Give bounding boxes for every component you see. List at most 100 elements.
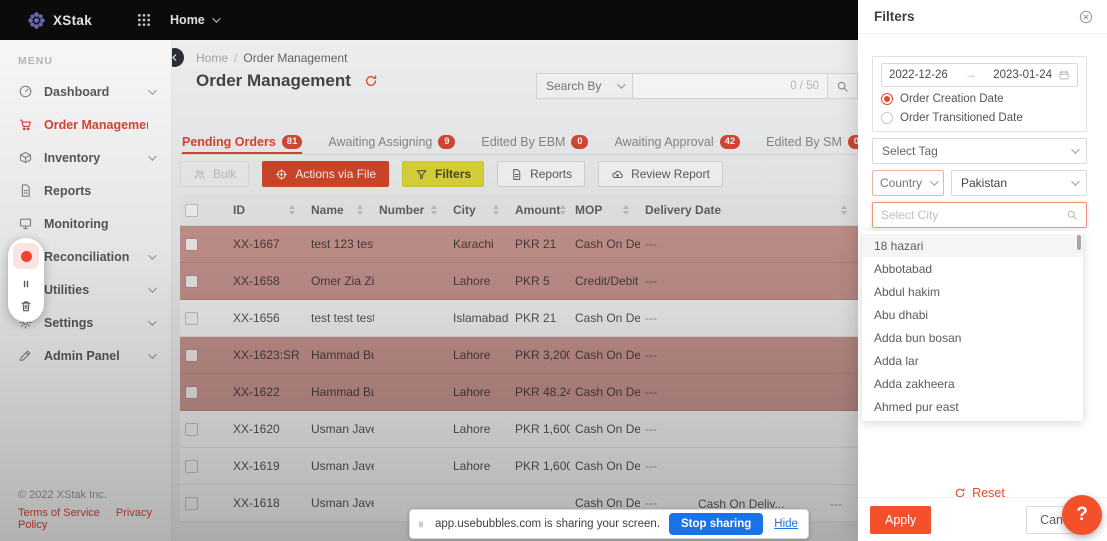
sort-control[interactable] xyxy=(841,205,847,215)
toolbar: Bulk Actions via File Filters Reports Re… xyxy=(180,161,723,187)
search-input[interactable] xyxy=(641,79,790,93)
city-dropdown-list: 18 hazari Abbotabad Abdul hakim Abu dhab… xyxy=(862,231,1083,421)
help-button[interactable]: ? xyxy=(1062,495,1102,535)
stop-sharing-button[interactable]: Stop sharing xyxy=(669,513,763,535)
row-checkbox[interactable] xyxy=(185,386,198,399)
column-header[interactable]: Amount xyxy=(510,195,570,225)
radio-option[interactable]: Order Transitioned Date xyxy=(881,110,1078,125)
column-header[interactable]: Number xyxy=(374,195,448,225)
search-button[interactable] xyxy=(828,73,858,99)
record-button[interactable] xyxy=(13,243,39,269)
radio-icon xyxy=(881,93,893,105)
refresh-icon[interactable] xyxy=(364,74,378,88)
app-grid-icon[interactable] xyxy=(136,12,152,28)
sort-control[interactable] xyxy=(623,205,629,215)
sort-control[interactable] xyxy=(357,205,363,215)
scrollbar-thumb[interactable] xyxy=(1077,235,1081,250)
file-icon xyxy=(510,168,523,181)
table-row[interactable]: XX-1658 Omer Zia Zia Lahore PKR 5 Credit… xyxy=(180,262,858,299)
table-row[interactable]: XX-1656 test test test Islamabad PKR 21 … xyxy=(180,299,858,336)
sidebar-item[interactable]: Inventory xyxy=(0,141,171,174)
sort-control[interactable] xyxy=(431,205,437,215)
row-checkbox[interactable] xyxy=(185,460,198,473)
status-tab[interactable]: Edited By EBM 0 xyxy=(481,129,588,154)
sidebar-item[interactable]: Admin Panel xyxy=(0,339,171,372)
column-header[interactable]: City xyxy=(448,195,510,225)
city-option[interactable]: Adda lar xyxy=(862,349,1083,372)
status-tab[interactable]: Awaiting Approval 42 xyxy=(614,129,740,154)
sidebar-item[interactable]: Monitoring xyxy=(0,207,171,240)
review-report-button[interactable]: Review Report xyxy=(598,161,723,187)
chevron-down-icon xyxy=(148,317,156,325)
sidebar-item[interactable]: Dashboard xyxy=(0,75,171,108)
hide-share-bar-link[interactable]: Hide xyxy=(774,518,798,530)
home-nav-dropdown[interactable]: Home xyxy=(170,13,218,27)
city-option[interactable]: 18 hazari xyxy=(862,234,1083,257)
date-from[interactable]: 2022-12-26 xyxy=(889,69,948,81)
city-search-input[interactable] xyxy=(881,208,1066,222)
column-header[interactable]: MOP xyxy=(570,195,640,225)
select-tag-dropdown[interactable]: Select Tag xyxy=(872,138,1087,164)
status-tab[interactable]: Pending Orders 81 xyxy=(182,129,302,154)
table-row[interactable]: XX-1620 Usman Javed Lahore PKR 1,600 Cas… xyxy=(180,410,858,447)
sort-control[interactable] xyxy=(289,205,295,215)
table-row[interactable]: XX-1667 test 123 test Karachi PKR 21 Cas… xyxy=(180,225,858,262)
city-option[interactable]: Ahmed pur east xyxy=(862,395,1083,418)
column-header[interactable]: Delivery Date xyxy=(640,195,858,225)
city-option[interactable]: Abbotabad xyxy=(862,257,1083,280)
reports-button[interactable]: Reports xyxy=(497,161,585,187)
row-checkbox[interactable] xyxy=(185,312,198,325)
row-checkbox[interactable] xyxy=(185,275,198,288)
sort-desc-icon xyxy=(623,211,629,215)
table-row[interactable]: XX-1622 Hammad Butt... Lahore PKR 48.24 … xyxy=(180,373,858,410)
search-counter: 0 / 50 xyxy=(790,80,819,92)
row-checkbox[interactable] xyxy=(185,349,198,362)
city-option[interactable]: Abu dhabi xyxy=(862,303,1083,326)
sort-desc-icon xyxy=(431,211,437,215)
cell-name: Hammad Butt... xyxy=(306,336,374,373)
bulk-button[interactable]: Bulk xyxy=(180,161,249,187)
apply-button[interactable]: Apply xyxy=(870,506,931,534)
sort-control[interactable] xyxy=(493,205,499,215)
date-range-picker[interactable]: 2022-12-26 → 2023-01-24 xyxy=(881,63,1078,87)
date-to[interactable]: 2023-01-24 xyxy=(993,69,1052,81)
filters-button[interactable]: Filters xyxy=(402,161,484,187)
funnel-icon xyxy=(415,168,428,181)
cell-number xyxy=(374,262,448,299)
trash-icon[interactable] xyxy=(19,299,33,313)
row-checkbox[interactable] xyxy=(185,238,198,251)
drag-handle-icon[interactable] xyxy=(416,518,426,531)
cell-mop: Cash On Deliv... xyxy=(570,373,640,410)
table-row[interactable]: XX-1619 Usman Javed Lahore PKR 1,600 Cas… xyxy=(180,447,858,484)
sort-control[interactable] xyxy=(560,205,566,215)
breadcrumb-home[interactable]: Home xyxy=(196,51,228,65)
terms-of-service-link[interactable]: Terms of Service xyxy=(18,507,100,519)
country-type-select[interactable]: Country xyxy=(872,170,944,196)
status-tab[interactable]: Awaiting Assigning 9 xyxy=(328,129,455,154)
row-checkbox[interactable] xyxy=(185,497,198,510)
sidebar-item[interactable]: Reports xyxy=(0,174,171,207)
search-by-select[interactable]: Search By xyxy=(536,73,632,99)
table-row[interactable]: XX-1623:SR Hammad Butt... Lahore PKR 3,2… xyxy=(180,336,858,373)
tab-count-badge: 0 xyxy=(848,135,858,149)
city-option[interactable]: Adda bun bosan xyxy=(862,326,1083,349)
column-header[interactable]: Name xyxy=(306,195,374,225)
radio-option[interactable]: Order Creation Date xyxy=(881,91,1078,106)
sidebar-collapse-button[interactable] xyxy=(172,48,184,67)
table-body: XX-1667 test 123 test Karachi PKR 21 Cas… xyxy=(180,225,858,521)
city-option[interactable]: Abdul hakim xyxy=(862,280,1083,303)
select-all-checkbox[interactable] xyxy=(185,204,198,217)
row-checkbox[interactable] xyxy=(185,423,198,436)
reports-label: Reports xyxy=(530,167,572,181)
country-value-select[interactable]: Pakistan xyxy=(951,170,1087,196)
cell-mop: Cash On Deliv... xyxy=(570,299,640,336)
close-icon[interactable] xyxy=(1078,9,1094,25)
actions-via-file-button[interactable]: Actions via File xyxy=(262,161,389,187)
status-tab[interactable]: Edited By SM 0 xyxy=(766,129,858,154)
city-option-label: Adda lar xyxy=(874,354,919,368)
column-header[interactable]: ID xyxy=(228,195,306,225)
city-option[interactable]: Adda zakheera xyxy=(862,372,1083,395)
sidebar-item[interactable]: Order Management xyxy=(0,108,171,141)
pause-icon[interactable] xyxy=(19,277,33,291)
cloud-upload-icon xyxy=(611,168,624,181)
